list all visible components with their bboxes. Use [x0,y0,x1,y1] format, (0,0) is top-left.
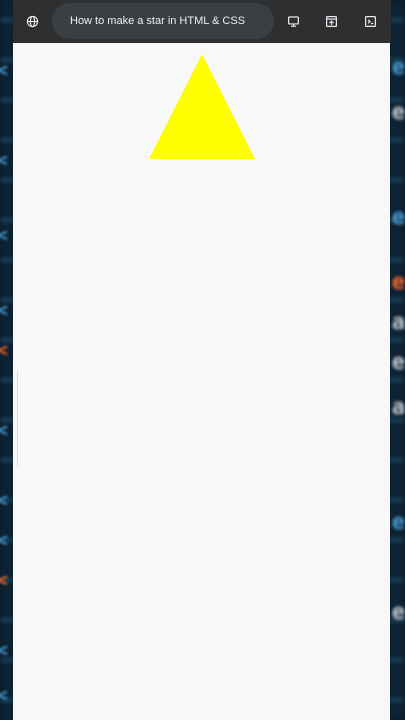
page-preview [13,43,390,720]
monitor-icon[interactable] [283,11,303,31]
browser-toolbar: How to make a star in HTML & CSS [13,0,391,43]
resize-handle[interactable] [13,370,18,466]
terminal-icon[interactable] [360,11,380,31]
open-in-new-tab-icon[interactable] [321,11,341,31]
page-title: How to make a star in HTML & CSS [70,15,246,27]
globe-icon[interactable] [22,11,42,31]
address-bar[interactable]: How to make a star in HTML & CSS [52,3,274,39]
yellow-triangle [149,54,255,159]
